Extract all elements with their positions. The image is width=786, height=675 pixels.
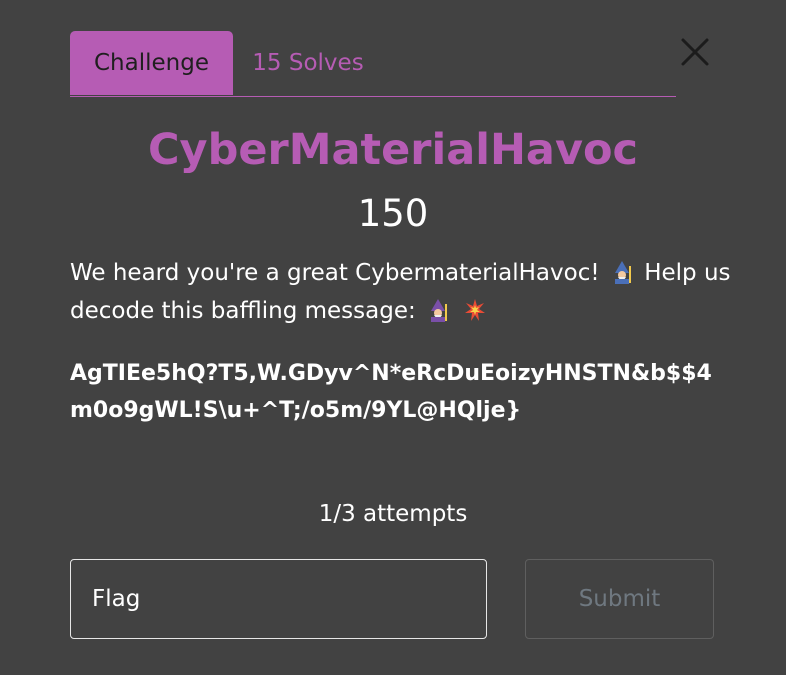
mage-emoji-icon bbox=[427, 296, 449, 322]
description-text-1: We heard you're a great CybermaterialHav… bbox=[70, 260, 600, 286]
close-icon[interactable] bbox=[678, 35, 712, 69]
collision-emoji-icon bbox=[464, 296, 486, 321]
attempts-counter: 1/3 attempts bbox=[318, 501, 468, 527]
tab-bar: Challenge 15 Solves bbox=[70, 31, 676, 97]
submit-button[interactable]: Submit bbox=[525, 559, 714, 639]
mage-emoji-icon bbox=[611, 258, 633, 284]
flag-input[interactable] bbox=[70, 559, 487, 639]
cipher-text: AgTIEe5hQ?T5,W.GDyv^N*eRcDuEoizyHNSTN&b$… bbox=[70, 361, 712, 423]
challenge-description: We heard you're a great CybermaterialHav… bbox=[70, 254, 750, 330]
challenge-title: CyberMaterialHavoc bbox=[147, 125, 639, 175]
challenge-modal: Challenge 15 Solves CyberMaterialHavoc 1… bbox=[0, 0, 786, 675]
tab-challenge[interactable]: Challenge bbox=[70, 31, 233, 95]
challenge-points: 150 bbox=[357, 192, 429, 235]
tab-solves[interactable]: 15 Solves bbox=[233, 31, 383, 95]
